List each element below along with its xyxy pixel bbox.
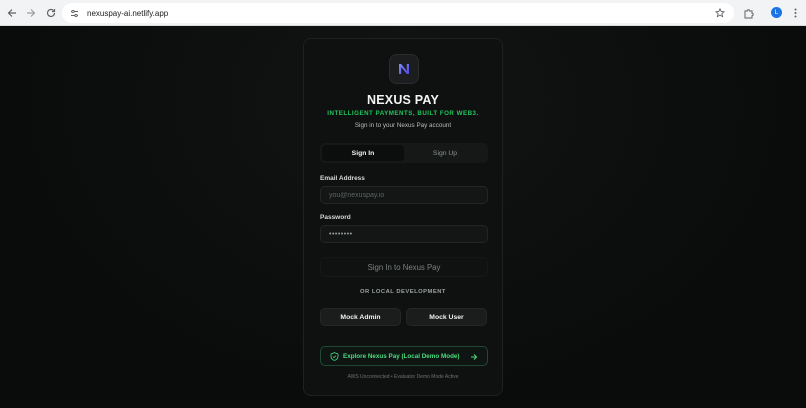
status-footer: AWS Unconnected • Evaluator Demo Mode Ac…: [347, 374, 459, 380]
tab-sign-in[interactable]: Sign In: [322, 145, 404, 161]
nexus-logo: [389, 54, 419, 84]
tune-icon: [70, 9, 78, 17]
profile-avatar[interactable]: L: [771, 7, 782, 18]
back-button[interactable]: [3, 4, 21, 22]
brand-tagline: INTELLIGENT PAYMENTS, BUILT FOR WEB3.: [327, 110, 479, 117]
tab-sign-up[interactable]: Sign Up: [404, 145, 486, 161]
email-field[interactable]: [320, 186, 488, 204]
more-vertical-icon: [794, 8, 796, 18]
sign-in-button[interactable]: Sign In to Nexus Pay: [320, 257, 488, 277]
site-info-button[interactable]: [66, 5, 82, 21]
nexus-n-icon: [399, 64, 409, 74]
forward-button[interactable]: [22, 4, 40, 22]
signin-subtitle: Sign in to your Nexus Pay account: [354, 122, 452, 129]
explore-demo-label: Explore Nexus Pay (Local Demo Mode): [343, 352, 460, 360]
browser-toolbar: nexuspay-ai.netlify.app L: [0, 0, 806, 26]
email-label: Email Address: [320, 175, 365, 182]
local-dev-heading: OR LOCAL DEVELOPMENT: [360, 289, 446, 295]
arrow-right-icon: [27, 8, 36, 17]
browser-menu-button[interactable]: [791, 7, 799, 19]
auth-card: NEXUS PAY INTELLIGENT PAYMENTS, BUILT FO…: [303, 38, 503, 396]
mock-user-button[interactable]: Mock User: [406, 308, 487, 326]
brand-title: NEXUS PAY: [367, 93, 439, 107]
mock-admin-button[interactable]: Mock Admin: [320, 308, 401, 326]
password-field[interactable]: [320, 225, 488, 243]
reload-button[interactable]: [42, 4, 60, 22]
extensions-button[interactable]: [741, 6, 755, 20]
auth-tabs: Sign In Sign Up: [320, 143, 488, 163]
arrow-left-icon: [7, 8, 16, 17]
bookmark-button[interactable]: [714, 7, 726, 19]
star-icon: [715, 8, 725, 18]
page-background: NEXUS PAY INTELLIGENT PAYMENTS, BUILT FO…: [0, 26, 806, 408]
password-label: Password: [320, 214, 351, 221]
reload-icon: [46, 8, 56, 17]
explore-demo-button[interactable]: Explore Nexus Pay (Local Demo Mode): [320, 346, 488, 366]
address-bar[interactable]: nexuspay-ai.netlify.app: [62, 3, 734, 23]
puzzle-icon: [744, 8, 754, 18]
url-text: nexuspay-ai.netlify.app: [87, 8, 169, 18]
arrow-right-icon: [469, 352, 478, 361]
shield-check-icon: [330, 351, 339, 361]
